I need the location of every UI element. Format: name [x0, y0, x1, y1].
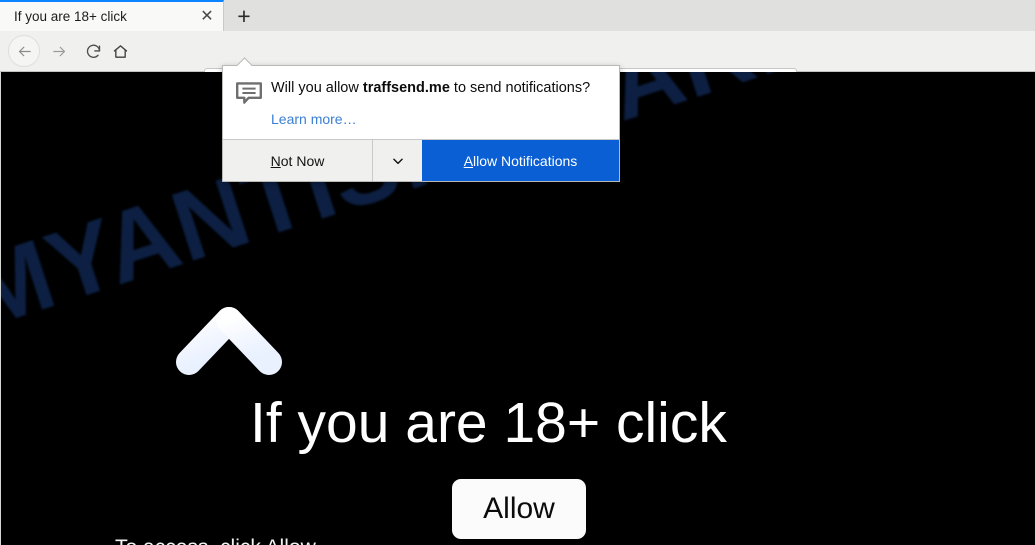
home-icon	[113, 44, 127, 58]
allow-accesskey: A	[463, 152, 474, 169]
popup-body: Will you allow traffsend.me to send noti…	[223, 66, 619, 139]
home-button[interactable]	[105, 36, 135, 66]
notification-bubble-icon	[235, 79, 271, 133]
not-now-accesskey: N	[270, 152, 281, 169]
allow-label: llow Notifications	[473, 152, 578, 169]
notification-permission-popup: Will you allow traffsend.me to send noti…	[222, 65, 620, 182]
back-button[interactable]	[8, 35, 40, 67]
tab-strip: If you are 18+ click ✕ +	[0, 0, 1035, 31]
learn-more-link[interactable]: Learn more…	[271, 111, 357, 127]
popup-message-suffix: to send notifications?	[449, 80, 591, 96]
popup-message-prefix: Will you allow	[271, 80, 363, 96]
back-arrow-icon	[18, 46, 31, 56]
allow-notifications-button[interactable]: Allow Notifications	[422, 140, 619, 181]
page-title: If you are 18+ click	[250, 391, 727, 455]
forward-button[interactable]	[44, 36, 74, 66]
reload-icon	[86, 44, 100, 58]
chevron-down-icon	[392, 158, 403, 164]
popup-text: Will you allow traffsend.me to send noti…	[271, 79, 605, 133]
popup-message: Will you allow traffsend.me to send noti…	[271, 79, 605, 98]
forward-arrow-icon	[52, 46, 65, 56]
tab-title: If you are 18+ click	[14, 9, 127, 24]
popup-arrow	[237, 57, 253, 66]
not-now-button[interactable]: Not Now	[223, 140, 373, 181]
popup-message-host: traffsend.me	[362, 80, 450, 96]
tab-close-icon[interactable]: ✕	[194, 4, 220, 30]
new-tab-button[interactable]: +	[228, 1, 260, 31]
popup-footer: Not Now Allow Notifications	[223, 139, 619, 181]
not-now-label: ot Now	[280, 152, 325, 169]
reload-button[interactable]	[78, 36, 108, 66]
allow-button[interactable]: Allow	[452, 479, 586, 539]
browser-tab-active[interactable]: If you are 18+ click ✕	[0, 0, 224, 31]
popup-dropdown-button[interactable]	[373, 140, 422, 181]
page-subtext: To access, click Allow	[115, 536, 316, 545]
browser-window: If you are 18+ click ✕ + MYANTISPYWARE.C…	[0, 0, 1035, 545]
